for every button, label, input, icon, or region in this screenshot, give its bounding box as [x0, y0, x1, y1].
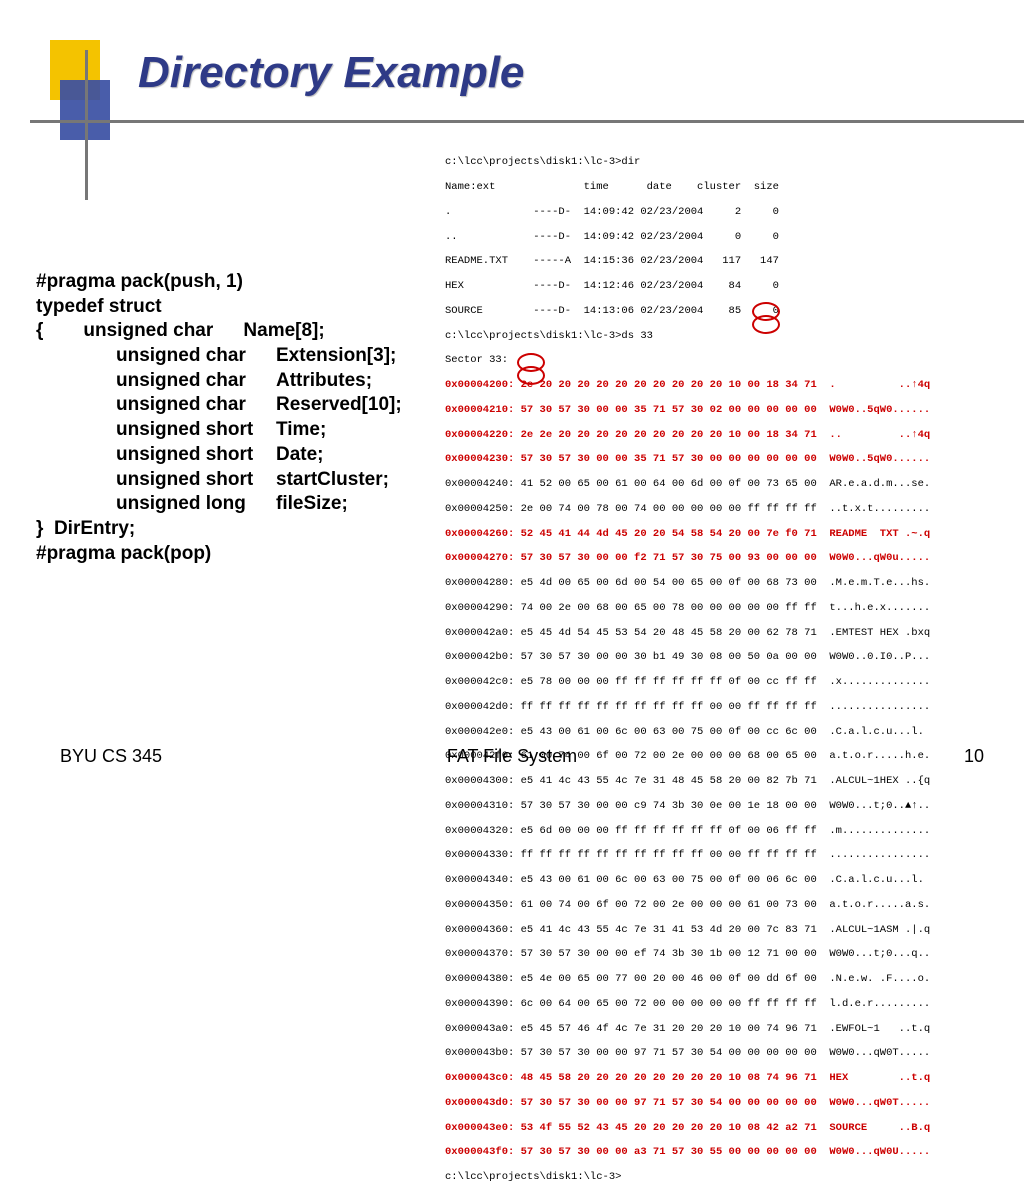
hex-row: 0x00004210: 57 30 57 30 00 00 35 71 57 3…	[445, 404, 930, 416]
field-name: Date;	[276, 444, 324, 465]
hex-row: 0x00004340: e5 43 00 61 00 6c 00 63 00 7…	[445, 874, 924, 886]
hex-row: 0x000043f0: 57 30 57 30 00 00 a3 71 57 3…	[445, 1146, 930, 1158]
footer-page: 10	[964, 746, 984, 767]
hex-row: 0x000042c0: e5 78 00 00 00 ff ff ff ff f…	[445, 676, 930, 688]
hex-row: 0x00004330: ff ff ff ff ff ff ff ff ff f…	[445, 849, 930, 861]
hex-row: 0x00004280: e5 4d 00 65 00 6d 00 54 00 6…	[445, 577, 930, 589]
slide-logo	[30, 40, 120, 165]
hex-row: 0x000043b0: 57 30 57 30 00 00 97 71 57 3…	[445, 1047, 930, 1059]
dir-row: SOURCE ----D- 14:13:06 02/23/2004 85 0	[445, 305, 779, 317]
hex-row: 0x00004370: 57 30 57 30 00 00 ef 74 3b 3…	[445, 948, 930, 960]
hex-row: 0x000043c0: 48 45 58 20 20 20 20 20 20 2…	[445, 1072, 930, 1084]
field-type: unsigned short	[116, 468, 276, 493]
pragma-push: #pragma pack(push, 1)	[36, 270, 402, 295]
field-type: unsigned char	[116, 393, 276, 418]
hex-row: 0x00004220: 2e 2e 20 20 20 20 20 20 20 2…	[445, 429, 930, 441]
field-name: Reserved[10];	[276, 394, 402, 415]
field-type: unsigned long	[116, 492, 276, 517]
hex-row: 0x000042d0: ff ff ff ff ff ff ff ff ff f…	[445, 701, 930, 713]
sector-label: Sector 33:	[445, 354, 508, 366]
hex-row: 0x00004200: 2e 20 20 20 20 20 20 20 20 2…	[445, 379, 930, 391]
field-type: unsigned char	[83, 319, 243, 344]
field-name: Name[8];	[243, 320, 324, 341]
hex-row: 0x000042b0: 57 30 57 30 00 00 30 b1 49 3…	[445, 651, 930, 663]
cmd-ds: c:\lcc\projects\disk1:\lc-3>ds 33	[445, 330, 653, 342]
hex-row: 0x00004300: e5 41 4c 43 55 4c 7e 31 48 4…	[445, 775, 930, 787]
hex-row: 0x00004270: 57 30 57 30 00 00 f2 71 57 3…	[445, 552, 930, 564]
field-type: unsigned short	[116, 418, 276, 443]
slide-title: Directory Example	[138, 48, 524, 98]
hex-row: 0x00004360: e5 41 4c 43 55 4c 7e 31 41 5…	[445, 924, 930, 936]
hex-row: 0x00004390: 6c 00 64 00 65 00 72 00 00 0…	[445, 998, 930, 1010]
hex-row: 0x000042a0: e5 45 4d 54 45 53 54 20 48 4…	[445, 627, 930, 639]
field-name: Attributes;	[276, 370, 372, 391]
hex-row: 0x00004240: 41 52 00 65 00 61 00 64 00 6…	[445, 478, 930, 490]
dir-row: README.TXT -----A 14:15:36 02/23/2004 11…	[445, 255, 779, 267]
hex-row: 0x00004310: 57 30 57 30 00 00 c9 74 3b 3…	[445, 800, 930, 812]
field-type: unsigned char	[116, 344, 276, 369]
logo-vbar	[85, 50, 88, 200]
brace-open: {	[36, 320, 43, 341]
brace-close: } DirEntry;	[36, 517, 402, 542]
field-type: unsigned short	[116, 443, 276, 468]
field-name: Time;	[276, 419, 326, 440]
field-name: startCluster;	[276, 469, 389, 490]
dir-row: HEX ----D- 14:12:46 02/23/2004 84 0	[445, 280, 779, 292]
hex-row: 0x000043e0: 53 4f 55 52 43 45 20 20 20 2…	[445, 1122, 930, 1134]
highlight-circle-00	[752, 315, 780, 334]
hex-row: 0x000042e0: e5 43 00 61 00 6c 00 63 00 7…	[445, 726, 924, 738]
field-name: fileSize;	[276, 493, 348, 514]
hex-row: 0x00004290: 74 00 2e 00 68 00 65 00 78 0…	[445, 602, 930, 614]
cmd-prompt: c:\lcc\projects\disk1:\lc-3>	[445, 1171, 621, 1183]
dir-header: Name:ext time date cluster size	[445, 181, 779, 193]
dir-row: .. ----D- 14:09:42 02/23/2004 0 0	[445, 231, 779, 243]
hex-row: 0x00004320: e5 6d 00 00 00 ff ff ff ff f…	[445, 825, 930, 837]
struct-definition: #pragma pack(push, 1) typedef struct { un…	[36, 270, 402, 566]
pragma-pop: #pragma pack(pop)	[36, 542, 402, 567]
hex-row: 0x000043a0: e5 45 57 46 4f 4c 7e 31 20 2…	[445, 1023, 930, 1035]
typedef-line: typedef struct	[36, 295, 402, 320]
hex-dump: c:\lcc\projects\disk1:\lc-3>dir Name:ext…	[445, 144, 1014, 1196]
hex-row: 0x00004250: 2e 00 74 00 78 00 74 00 00 0…	[445, 503, 930, 515]
logo-hbar	[30, 120, 1024, 123]
field-type: unsigned char	[116, 369, 276, 394]
hex-row: 0x00004380: e5 4e 00 65 00 77 00 20 00 4…	[445, 973, 930, 985]
hex-row: 0x00004230: 57 30 57 30 00 00 35 71 57 3…	[445, 453, 930, 465]
hex-row: 0x00004350: 61 00 74 00 6f 00 72 00 2e 0…	[445, 899, 930, 911]
hex-row: 0x000043d0: 57 30 57 30 00 00 97 71 57 3…	[445, 1097, 930, 1109]
field-name: Extension[3];	[276, 345, 396, 366]
dir-row: . ----D- 14:09:42 02/23/2004 2 0	[445, 206, 779, 218]
footer-center: FAT File System	[0, 746, 1024, 767]
highlight-circle-74	[517, 366, 545, 385]
cmd-dir: c:\lcc\projects\disk1:\lc-3>dir	[445, 156, 640, 168]
hex-row: 0x00004260: 52 45 41 44 4d 45 20 20 54 5…	[445, 528, 930, 540]
